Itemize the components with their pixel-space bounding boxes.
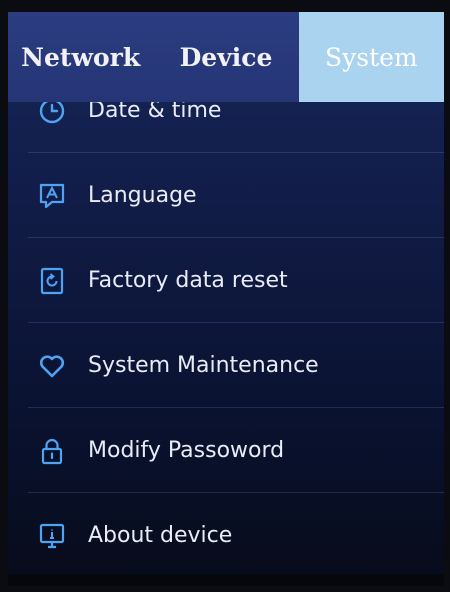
heart-icon — [38, 352, 66, 380]
menu-item-label: System Maintenance — [88, 353, 319, 378]
tab-network[interactable]: Network — [8, 12, 153, 102]
system-settings-list: Date & time Language Factory data reset — [8, 68, 444, 578]
tab-system[interactable]: System — [298, 12, 444, 102]
factory-reset-icon — [38, 267, 66, 295]
bottom-bezel — [8, 574, 444, 586]
language-icon — [38, 182, 66, 210]
menu-item-label: About device — [88, 523, 233, 548]
menu-item-factory-reset[interactable]: Factory data reset — [8, 238, 444, 323]
menu-item-label: Language — [88, 183, 197, 208]
tab-device[interactable]: Device — [153, 12, 298, 102]
tab-bar: Network Device System — [8, 12, 444, 102]
info-monitor-icon — [38, 522, 66, 550]
lock-icon — [38, 437, 66, 465]
menu-item-language[interactable]: Language — [8, 153, 444, 238]
menu-item-system-maintenance[interactable]: System Maintenance — [8, 323, 444, 408]
settings-screen: Network Device System Date & time Langua… — [8, 12, 444, 586]
menu-item-label: Factory data reset — [88, 268, 288, 293]
menu-item-modify-password[interactable]: Modify Passoword — [8, 408, 444, 493]
menu-item-about-device[interactable]: About device — [8, 493, 444, 578]
menu-item-label: Modify Passoword — [88, 438, 285, 463]
